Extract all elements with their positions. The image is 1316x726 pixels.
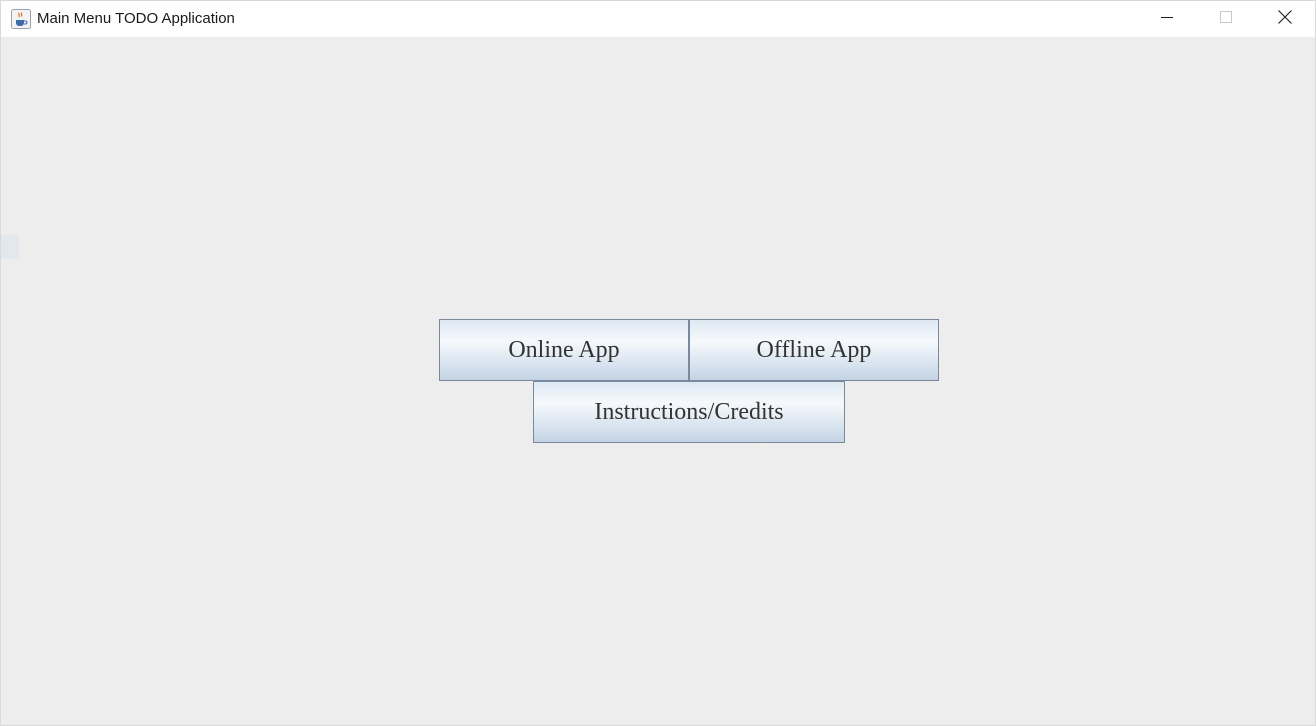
online-app-label: Online App <box>508 336 620 363</box>
maximize-button[interactable] <box>1197 1 1255 37</box>
main-menu-panel: Online App Offline App Instructions/Cred… <box>1 37 1315 725</box>
close-icon <box>1278 9 1292 29</box>
java-cup-icon <box>11 9 31 29</box>
online-app-button[interactable]: Online App <box>439 319 689 381</box>
edge-artifact <box>1 235 19 259</box>
window-title: Main Menu TODO Application <box>37 10 235 27</box>
offline-app-label: Offline App <box>756 336 872 363</box>
offline-app-button[interactable]: Offline App <box>689 319 939 381</box>
minimize-icon <box>1161 10 1173 28</box>
maximize-icon <box>1220 10 1232 28</box>
instructions-credits-label: Instructions/Credits <box>594 398 784 425</box>
close-button[interactable] <box>1256 1 1314 37</box>
instructions-credits-button[interactable]: Instructions/Credits <box>533 381 845 443</box>
title-bar[interactable]: Main Menu TODO Application <box>1 1 1315 37</box>
minimize-button[interactable] <box>1138 1 1196 37</box>
app-window: Main Menu TODO Application Online App Of… <box>0 0 1316 726</box>
